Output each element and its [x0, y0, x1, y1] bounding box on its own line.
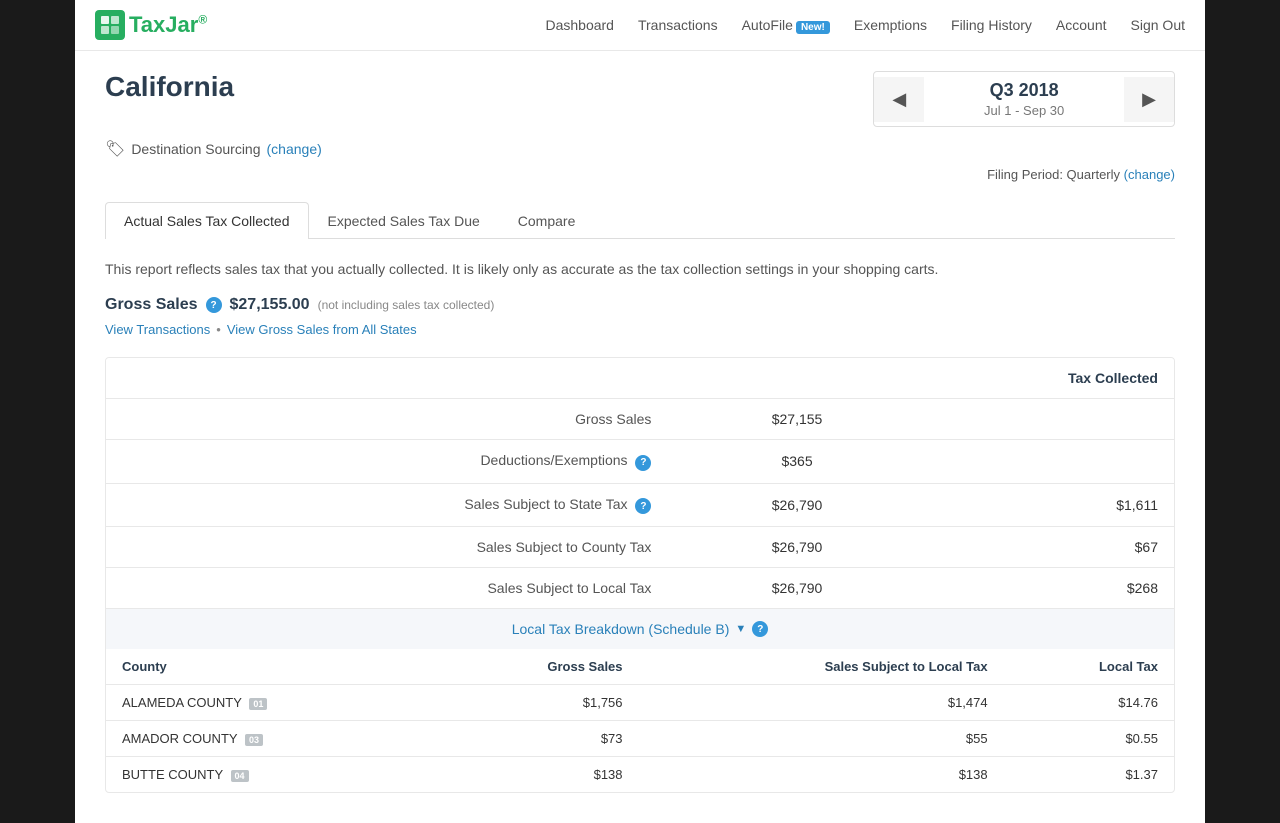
row-local-tax-collected: $268 [923, 568, 1174, 609]
gross-sales-label: Gross Sales [105, 296, 198, 314]
row-deductions-tax [923, 440, 1174, 484]
nav-transactions[interactable]: Transactions [638, 17, 718, 33]
local-breakdown-label: Local Tax Breakdown (Schedule B) [512, 621, 730, 637]
sourcing-label: Destination Sourcing [131, 141, 260, 157]
local-breakdown-info-icon[interactable]: ? [752, 621, 768, 637]
sales-subject-col-header: Sales Subject to Local Tax [639, 649, 1004, 685]
local-breakdown-chevron: ▼ [735, 623, 746, 635]
state-tax-info-icon[interactable]: ? [635, 498, 651, 514]
county-name-alameda: ALAMEDA COUNTY 01 [106, 685, 438, 721]
nav-filing-history[interactable]: Filing History [951, 17, 1032, 33]
row-county-tax-label: Sales Subject to County Tax [106, 527, 671, 568]
tabs-container: Actual Sales Tax Collected Expected Sale… [105, 202, 1175, 239]
gross-sales-info-icon[interactable]: ? [206, 297, 222, 313]
table-header-row: Tax Collected [106, 358, 1174, 399]
filing-period: Filing Period: Quarterly (change) [105, 167, 1175, 182]
tab-compare[interactable]: Compare [499, 202, 595, 239]
deductions-info-icon[interactable]: ? [635, 455, 651, 471]
main-nav: Dashboard Transactions AutoFileNew! Exem… [545, 17, 1185, 33]
county-name-amador: AMADOR COUNTY 03 [106, 721, 438, 757]
main-table-container: Tax Collected Gross Sales $27,155 Deduct… [105, 357, 1175, 793]
alameda-sales-subject: $1,474 [639, 685, 1004, 721]
title-row: California ◀ Q3 2018 Jul 1 - Sep 30 ▶ [105, 71, 1175, 127]
sourcing-icon: 🏷 [105, 139, 125, 159]
filing-period-change-link[interactable]: (change) [1124, 167, 1175, 182]
row-state-tax-value: $26,790 [671, 483, 922, 527]
row-county-tax-value: $26,790 [671, 527, 922, 568]
nav-account[interactable]: Account [1056, 17, 1107, 33]
main-content: California ◀ Q3 2018 Jul 1 - Sep 30 ▶ 🏷 … [75, 51, 1205, 823]
table-row: Sales Subject to Local Tax $26,790 $268 [106, 568, 1174, 609]
row-state-tax-collected: $1,611 [923, 483, 1174, 527]
row-gross-sales-label: Gross Sales [106, 399, 671, 440]
row-local-tax-value: $26,790 [671, 568, 922, 609]
nav-sign-out[interactable]: Sign Out [1131, 17, 1185, 33]
county-badge-butte: 04 [231, 770, 249, 782]
view-transactions-link[interactable]: View Transactions [105, 322, 210, 337]
alameda-local-tax: $14.76 [1004, 685, 1174, 721]
logo-text: TaxJar® [129, 12, 207, 38]
quarter-navigator: ◀ Q3 2018 Jul 1 - Sep 30 ▶ [873, 71, 1175, 127]
county-row: AMADOR COUNTY 03 $73 $55 $0.55 [106, 721, 1174, 757]
county-col-header: County [106, 649, 438, 685]
row-deductions-label: Deductions/Exemptions ? [106, 440, 671, 484]
autofile-badge: New! [796, 21, 830, 34]
county-badge-alameda: 01 [249, 698, 267, 710]
butte-local-tax: $1.37 [1004, 757, 1174, 793]
quarter-next-button[interactable]: ▶ [1124, 77, 1174, 122]
nav-autofile[interactable]: AutoFileNew! [742, 17, 830, 33]
sourcing-change-link[interactable]: (change) [267, 141, 322, 157]
sourcing-row: 🏷 Destination Sourcing (change) [105, 139, 1175, 159]
gross-sales-amount: $27,155.00 [230, 296, 310, 314]
report-description: This report reflects sales tax that you … [105, 259, 1175, 280]
col-header-amount [671, 358, 922, 399]
logo-icon [95, 10, 125, 40]
county-row: ALAMEDA COUNTY 01 $1,756 $1,474 $14.76 [106, 685, 1174, 721]
view-gross-sales-link[interactable]: View Gross Sales from All States [227, 322, 417, 337]
nav-dashboard[interactable]: Dashboard [545, 17, 614, 33]
table-row: Sales Subject to County Tax $26,790 $67 [106, 527, 1174, 568]
row-local-tax-label: Sales Subject to Local Tax [106, 568, 671, 609]
page-title: California [105, 71, 234, 103]
separator: • [216, 322, 221, 337]
logo: TaxJar® [95, 10, 207, 40]
row-gross-sales-tax [923, 399, 1174, 440]
col-header-empty [106, 358, 671, 399]
county-badge-amador: 03 [245, 734, 263, 746]
row-county-tax-collected: $67 [923, 527, 1174, 568]
col-header-tax-collected: Tax Collected [923, 358, 1174, 399]
quarter-dates: Jul 1 - Sep 30 [964, 103, 1084, 118]
row-gross-sales-value: $27,155 [671, 399, 922, 440]
tab-expected-sales-tax[interactable]: Expected Sales Tax Due [309, 202, 499, 239]
nav-exemptions[interactable]: Exemptions [854, 17, 927, 33]
quarter-info: Q3 2018 Jul 1 - Sep 30 [924, 72, 1124, 126]
county-name-butte: BUTTE COUNTY 04 [106, 757, 438, 793]
local-breakdown-row[interactable]: Local Tax Breakdown (Schedule B) ▼ ? [106, 608, 1174, 649]
table-row: Gross Sales $27,155 [106, 399, 1174, 440]
county-row: BUTTE COUNTY 04 $138 $138 $1.37 [106, 757, 1174, 793]
quarter-label: Q3 2018 [964, 80, 1084, 101]
main-data-table: Tax Collected Gross Sales $27,155 Deduct… [106, 358, 1174, 608]
alameda-gross-sales: $1,756 [438, 685, 639, 721]
gross-sales-row: Gross Sales ? $27,155.00 (not including … [105, 296, 1175, 314]
row-deductions-value: $365 [671, 440, 922, 484]
quarter-prev-button[interactable]: ◀ [874, 77, 924, 122]
tab-actual-sales-tax[interactable]: Actual Sales Tax Collected [105, 202, 309, 239]
amador-gross-sales: $73 [438, 721, 639, 757]
amador-local-tax: $0.55 [1004, 721, 1174, 757]
butte-sales-subject: $138 [639, 757, 1004, 793]
table-row: Sales Subject to State Tax ? $26,790 $1,… [106, 483, 1174, 527]
local-tax-col-header: Local Tax [1004, 649, 1174, 685]
county-table-header: County Gross Sales Sales Subject to Loca… [106, 649, 1174, 685]
table-row: Deductions/Exemptions ? $365 [106, 440, 1174, 484]
header: TaxJar® Dashboard Transactions AutoFileN… [75, 0, 1205, 51]
row-state-tax-label: Sales Subject to State Tax ? [106, 483, 671, 527]
gross-sales-note: (not including sales tax collected) [318, 298, 495, 312]
links-row: View Transactions • View Gross Sales fro… [105, 322, 1175, 337]
gross-sales-col-header: Gross Sales [438, 649, 639, 685]
local-breakdown-link: Local Tax Breakdown (Schedule B) ▼ ? [118, 621, 1162, 637]
butte-gross-sales: $138 [438, 757, 639, 793]
amador-sales-subject: $55 [639, 721, 1004, 757]
county-table: County Gross Sales Sales Subject to Loca… [106, 649, 1174, 792]
